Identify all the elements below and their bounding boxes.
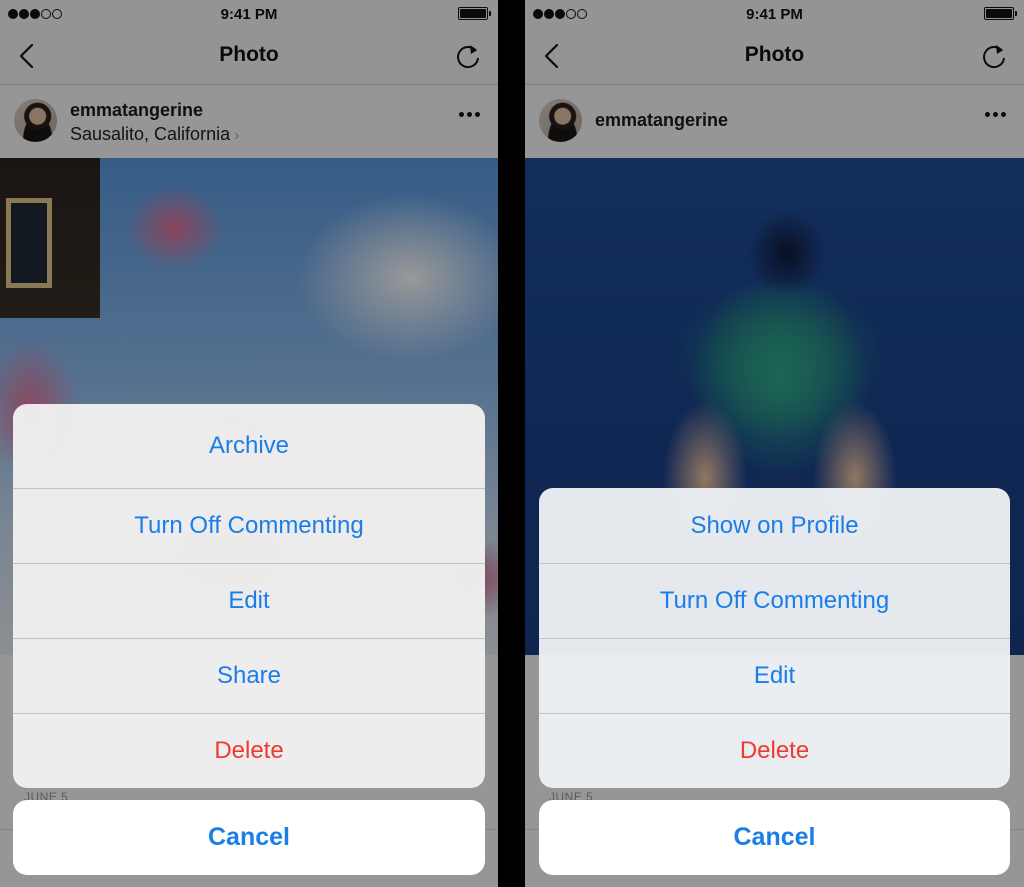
delete-button[interactable]: Delete <box>539 713 1010 788</box>
cancel-button[interactable]: Cancel <box>539 800 1010 875</box>
edit-button[interactable]: Edit <box>539 638 1010 713</box>
share-button[interactable]: Share <box>13 638 485 713</box>
action-sheet: Show on Profile Turn Off Commenting Edit… <box>539 488 1010 788</box>
turn-off-commenting-button[interactable]: Turn Off Commenting <box>13 488 485 563</box>
screen-left: 9:41 PM Photo emmatangerine Sausalito, C… <box>0 0 498 887</box>
archive-button[interactable]: Archive <box>13 404 485 488</box>
delete-button[interactable]: Delete <box>13 713 485 788</box>
cancel-button[interactable]: Cancel <box>13 800 485 875</box>
screen-right: 9:41 PM Photo emmatangerine JUNE 5 Show … <box>525 0 1024 887</box>
turn-off-commenting-button[interactable]: Turn Off Commenting <box>539 563 1010 638</box>
action-sheet: Archive Turn Off Commenting Edit Share D… <box>13 404 485 788</box>
show-on-profile-button[interactable]: Show on Profile <box>539 488 1010 563</box>
edit-button[interactable]: Edit <box>13 563 485 638</box>
